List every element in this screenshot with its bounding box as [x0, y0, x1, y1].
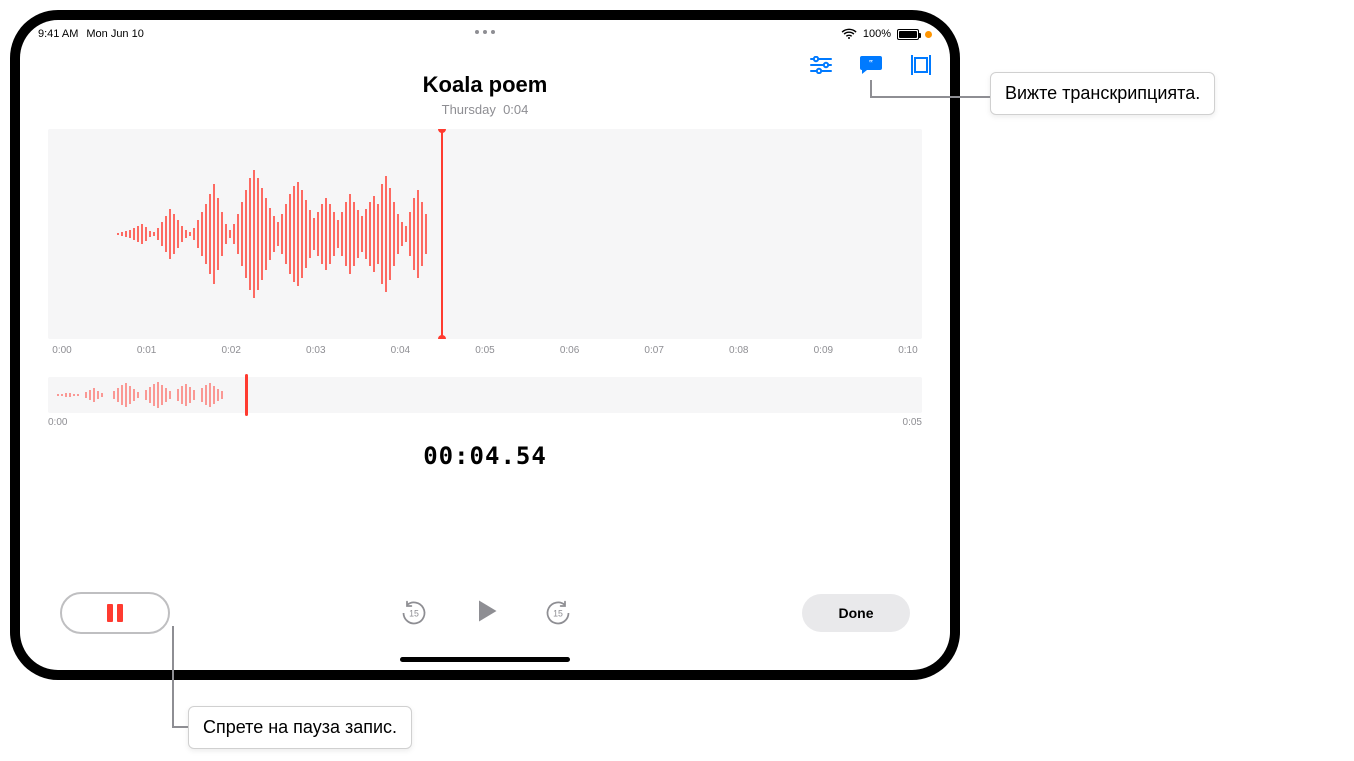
svg-text:‟: ‟	[869, 59, 873, 68]
ruler-mark: 0:00	[48, 345, 76, 363]
playhead-overview[interactable]	[245, 374, 248, 416]
done-button[interactable]: Done	[802, 594, 910, 632]
elapsed-time: 00:04.54	[20, 442, 950, 470]
ruler-mark: 0:07	[640, 345, 668, 363]
multitask-dots-icon[interactable]	[475, 30, 495, 34]
ruler-mark: 0:06	[556, 345, 584, 363]
play-button[interactable]	[472, 597, 500, 630]
playhead-detail[interactable]	[441, 129, 443, 339]
playback-settings-button[interactable]	[808, 54, 834, 76]
status-time: 9:41 AM	[38, 28, 78, 40]
ipad-frame: 9:41 AM Mon Jun 10 100% ‟	[10, 10, 960, 680]
transcript-button[interactable]: ‟	[858, 54, 884, 76]
trim-button[interactable]	[908, 54, 934, 76]
trim-icon	[909, 54, 933, 76]
sliders-icon	[809, 56, 833, 74]
ruler-mark: 0:02	[217, 345, 245, 363]
pause-record-button[interactable]	[60, 592, 170, 634]
recording-subtitle: Thursday 0:04	[20, 102, 950, 117]
skip-forward-15-button[interactable]: 15	[544, 599, 572, 627]
callout-transcript: Вижте транскрипцията.	[990, 72, 1215, 115]
waveform-overview[interactable]	[48, 377, 922, 413]
transcript-icon: ‟	[858, 54, 884, 76]
overview-ruler: 0:00 0:05	[48, 417, 922, 428]
home-indicator[interactable]	[400, 657, 570, 662]
callout-line	[172, 626, 174, 706]
top-actions: ‟	[808, 54, 934, 76]
pause-icon	[107, 604, 123, 622]
ruler-mark: 0:10	[894, 345, 922, 363]
ruler-mark: 0:03	[302, 345, 330, 363]
skip-back-15-button[interactable]: 15	[400, 599, 428, 627]
status-date: Mon Jun 10	[86, 28, 143, 40]
battery-text: 100%	[863, 28, 891, 40]
svg-text:15: 15	[409, 609, 419, 619]
waveform-detail[interactable]	[48, 129, 922, 339]
battery-icon	[897, 29, 919, 40]
wifi-icon	[841, 28, 857, 40]
time-ruler: 0:00 0:01 0:02 0:03 0:04 0:05 0:06 0:07 0:08 0:09…	[48, 339, 922, 363]
ruler-mark: 0:04	[386, 345, 414, 363]
callout-line	[172, 706, 174, 728]
recording-header: Koala poem Thursday 0:04	[20, 72, 950, 117]
screen: 9:41 AM Mon Jun 10 100% ‟	[20, 20, 950, 670]
ruler-mark: 0:09	[809, 345, 837, 363]
ruler-mark: 0:05	[471, 345, 499, 363]
transport-controls: 15 15	[400, 597, 572, 630]
controls-row: 15 15 Done	[20, 592, 950, 634]
callout-line	[870, 96, 990, 98]
callout-line	[172, 726, 188, 728]
status-bar: 9:41 AM Mon Jun 10 100%	[20, 20, 950, 44]
callout-pause: Спрете на пауза запис.	[188, 706, 412, 749]
ruler-mark: 0:08	[725, 345, 753, 363]
svg-text:15: 15	[553, 609, 563, 619]
callout-line	[870, 80, 872, 96]
ruler-mark: 0:01	[133, 345, 161, 363]
mic-in-use-icon	[925, 31, 932, 38]
